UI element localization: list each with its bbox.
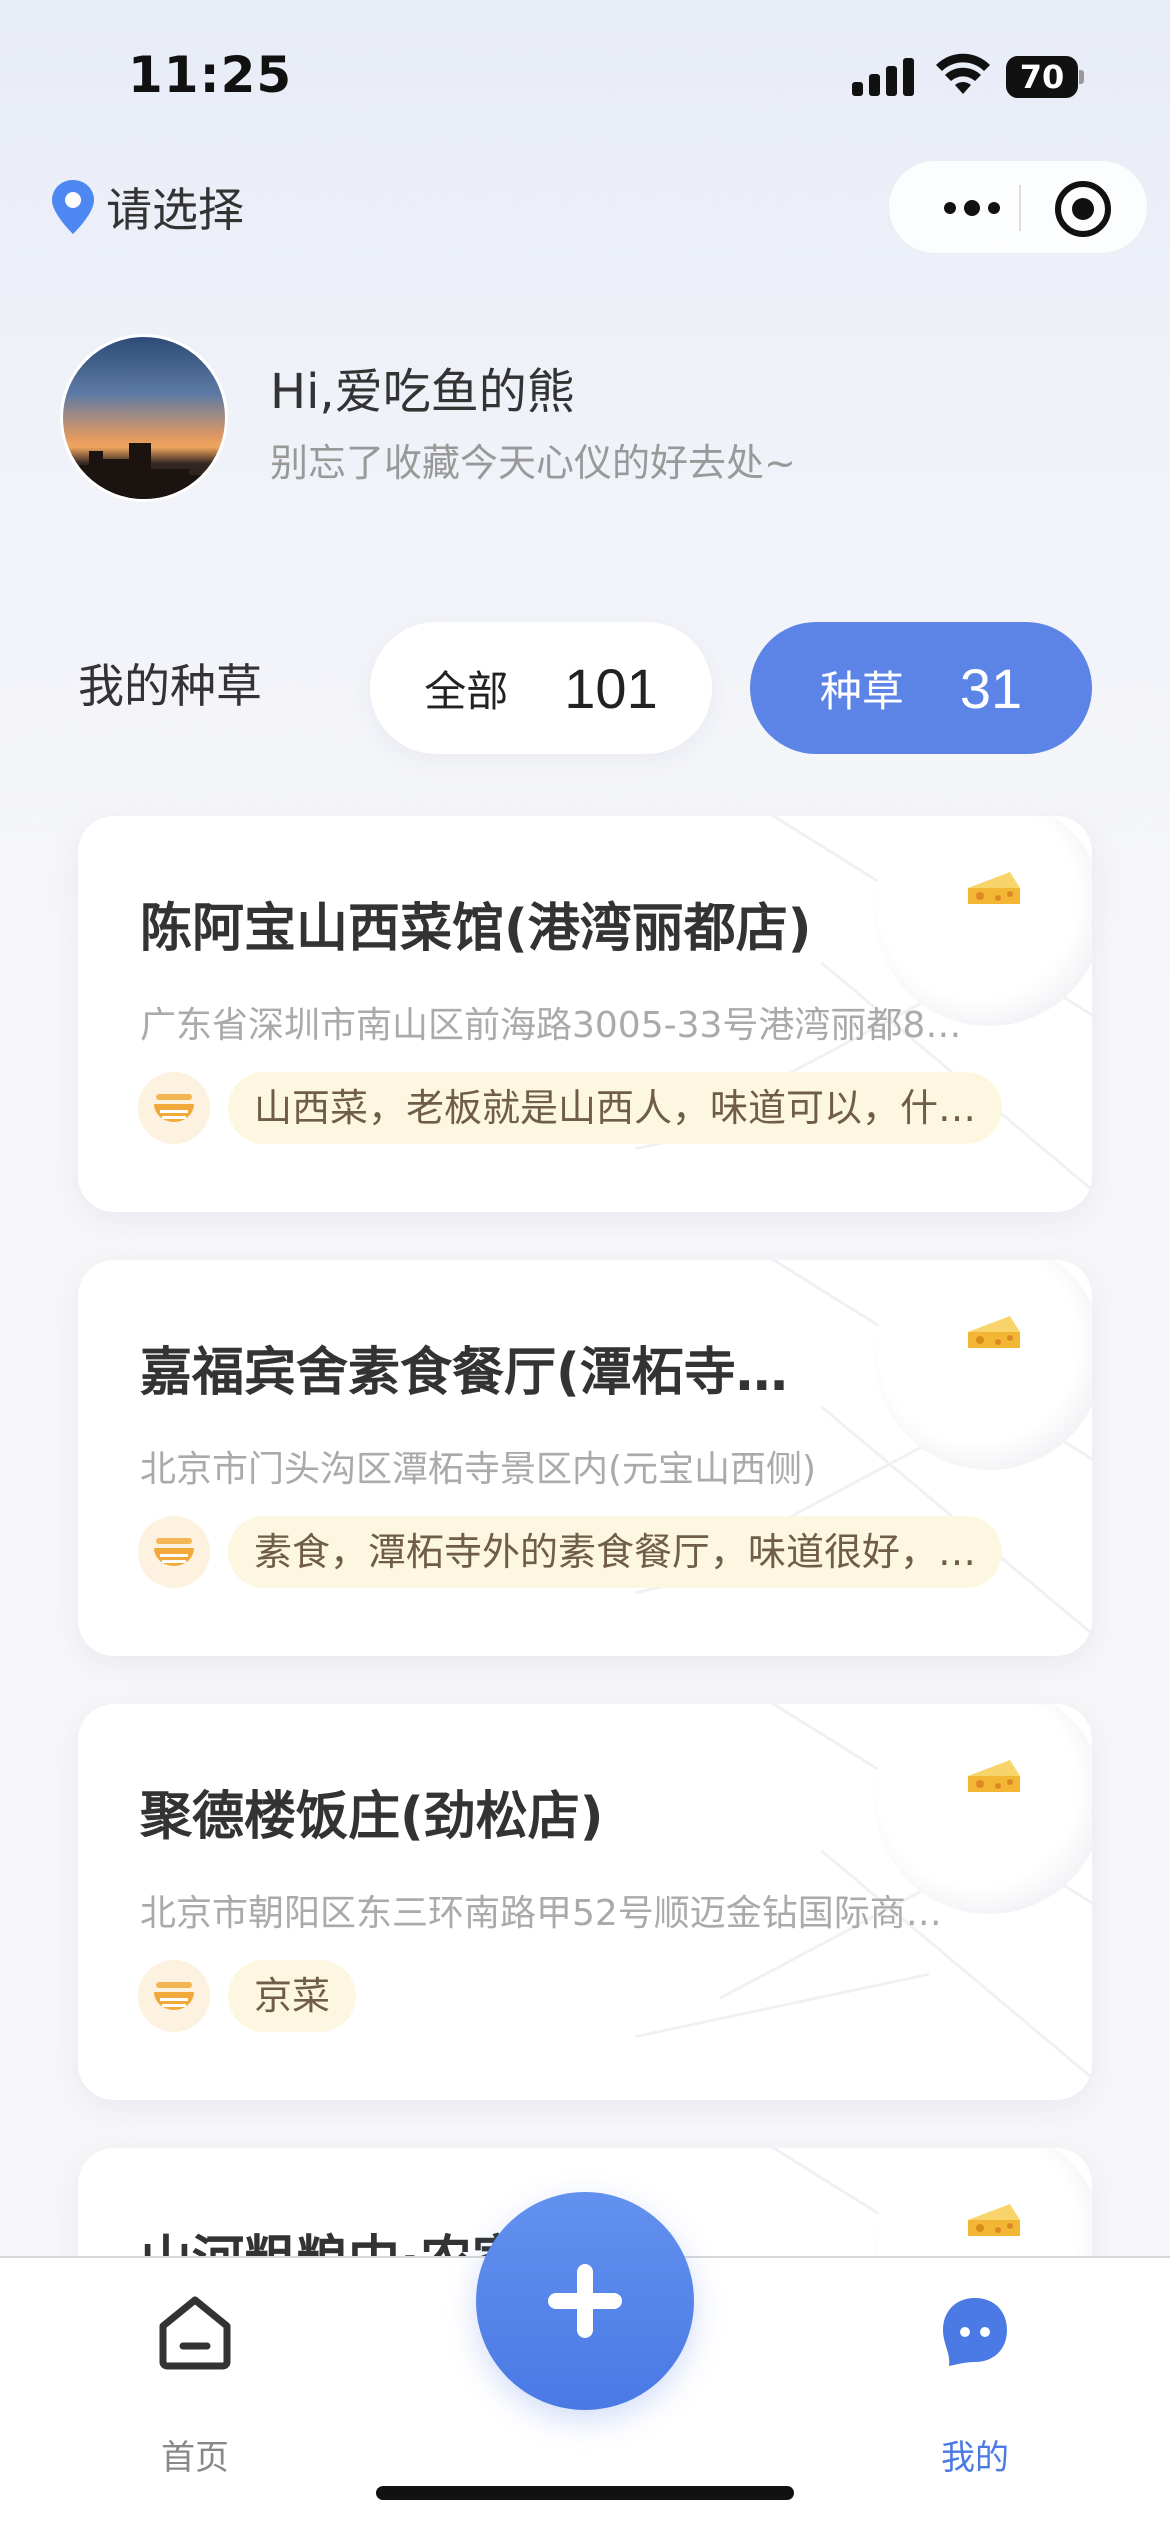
tab-home-label: 首页 [161, 2438, 229, 2478]
restaurant-card[interactable]: 嘉福宾舍素食餐厅(潭柘寺… 北京市门头沟区潭柘寺景区内(元宝山西侧) 素食，潭柘… [78, 1260, 1092, 1656]
profile-greeting: Hi,爱吃鱼的熊 [270, 364, 575, 420]
restaurant-name: 聚德楼饭庄(劲松店) [140, 1787, 604, 1847]
restaurant-name: 嘉福宾舍素食餐厅(潭柘寺… [140, 1343, 788, 1403]
tab-mine[interactable]: 我的 [895, 2292, 1055, 2478]
restaurant-address: 广东省深圳市南山区前海路3005-33号港湾丽都8… [140, 1005, 962, 1046]
location-label: 请选择 [106, 183, 244, 237]
filter-all-button[interactable]: 全部 101 [370, 622, 712, 754]
cheese-icon [968, 1760, 1020, 1792]
target-circle-icon[interactable] [1055, 181, 1111, 237]
bowl-icon [138, 1960, 210, 2032]
battery-icon: 70 [1006, 56, 1084, 98]
cellular-signal-icon [852, 58, 916, 96]
mini-program-capsule [888, 160, 1148, 254]
filter-grass-count: 31 [959, 656, 1023, 720]
battery-level: 70 [1006, 56, 1078, 98]
cheese-icon [968, 872, 1020, 904]
cheese-icon [968, 2204, 1020, 2236]
restaurant-address: 北京市门头沟区潭柘寺景区内(元宝山西侧) [140, 1449, 817, 1490]
filter-all-count: 101 [564, 656, 658, 720]
restaurant-tag: 山西菜，老板就是山西人，味道可以，什… [228, 1072, 1003, 1144]
restaurant-card[interactable]: 陈阿宝山西菜馆(港湾丽都店) 广东省深圳市南山区前海路3005-33号港湾丽都8… [78, 816, 1092, 1212]
add-button[interactable] [476, 2192, 694, 2410]
filter-grass-label: 种草 [819, 666, 904, 716]
restaurant-tag: 京菜 [228, 1960, 357, 2032]
profile-ghost-icon [943, 2298, 1007, 2366]
profile-subtitle: 别忘了收藏今天心仪的好去处~ [270, 441, 796, 485]
cheese-icon [968, 1316, 1020, 1348]
restaurant-tag: 素食，潭柘寺外的素食餐厅，味道很好，… [228, 1516, 1003, 1588]
home-indicator [376, 2486, 794, 2500]
home-icon [159, 2296, 231, 2370]
location-selector[interactable]: 请选择 [50, 174, 244, 240]
filter-all-label: 全部 [424, 666, 509, 716]
restaurant-address: 北京市朝阳区东三环南路甲52号顺迈金钻国际商… [140, 1893, 942, 1934]
status-time: 11:25 [128, 46, 293, 104]
filter-grass-button[interactable]: 种草 31 [750, 622, 1092, 754]
avatar[interactable] [60, 334, 228, 502]
more-dots-icon[interactable] [927, 161, 1017, 255]
location-pin-icon [52, 180, 94, 234]
restaurant-card[interactable]: 聚德楼饭庄(劲松店) 北京市朝阳区东三环南路甲52号顺迈金钻国际商… 京菜 [78, 1704, 1092, 2100]
bowl-icon [138, 1516, 210, 1588]
status-bar: 11:25 70 [0, 0, 1170, 150]
bowl-icon [138, 1072, 210, 1144]
section-title: 我的种草 [78, 659, 262, 713]
restaurant-name: 陈阿宝山西菜馆(港湾丽都店) [140, 899, 812, 959]
tab-home[interactable]: 首页 [115, 2292, 275, 2478]
tab-mine-label: 我的 [941, 2438, 1009, 2478]
wifi-icon [936, 53, 990, 94]
capsule-divider [1019, 185, 1021, 231]
